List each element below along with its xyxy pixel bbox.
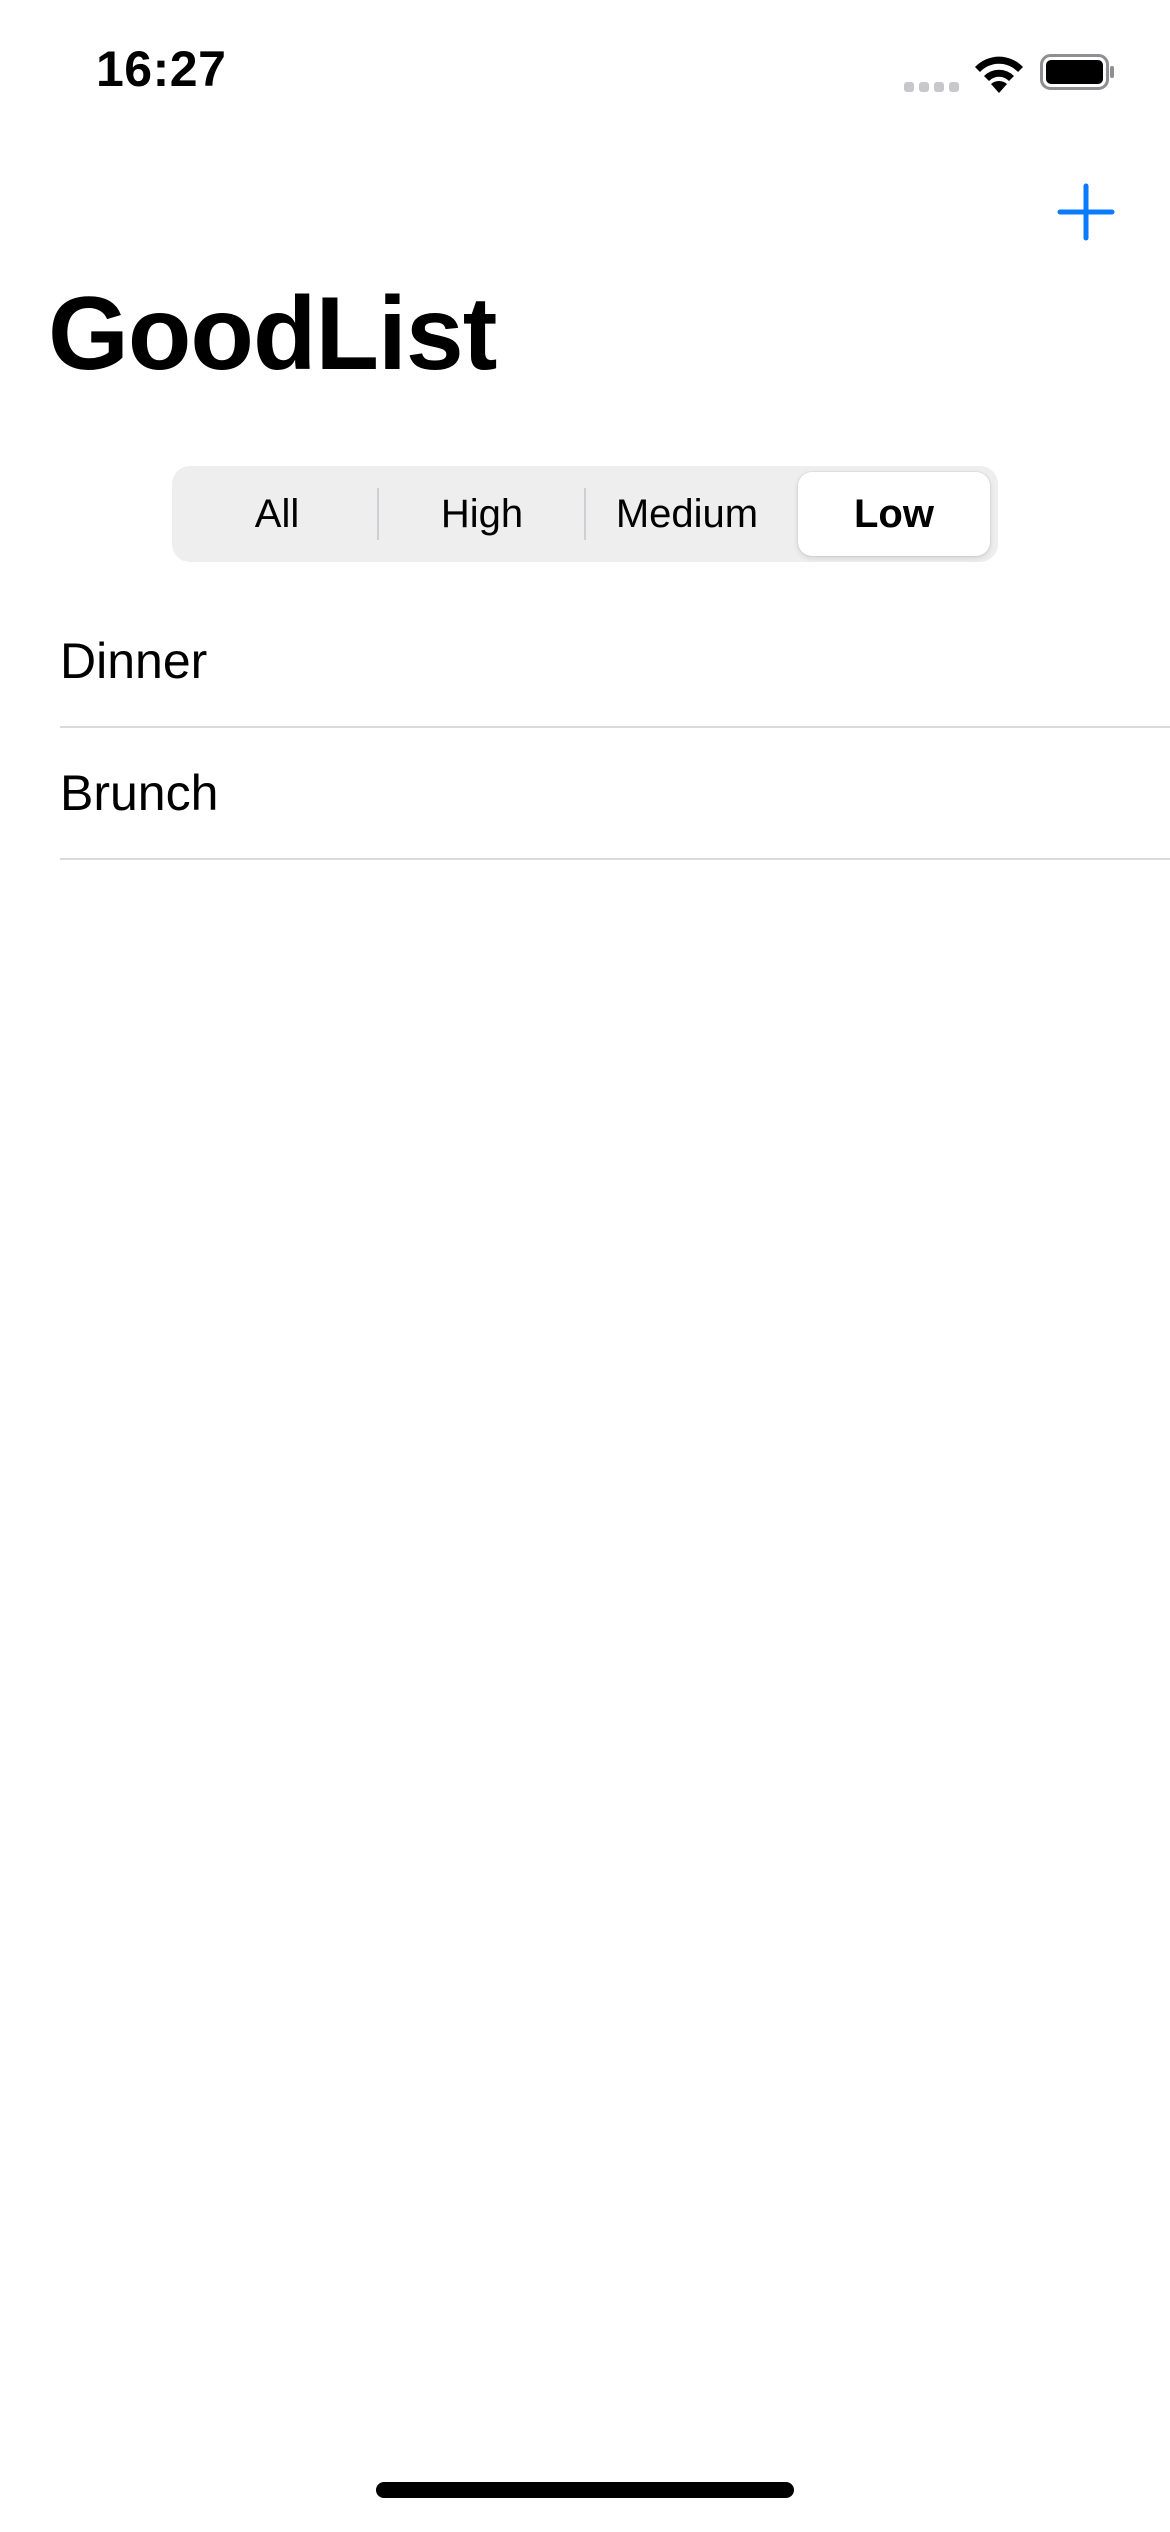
- list-item[interactable]: Dinner: [0, 596, 1170, 728]
- home-indicator[interactable]: [376, 2482, 794, 2498]
- segment-label: High: [440, 491, 524, 536]
- segment-medium[interactable]: Medium: [586, 472, 788, 556]
- battery-icon: [1040, 54, 1114, 90]
- segment-all[interactable]: All: [178, 472, 376, 556]
- signal-icon: [904, 82, 959, 92]
- priority-segmented-control: All High Medium Low: [172, 466, 998, 562]
- segment-label: All: [254, 491, 300, 536]
- segment-label: Low: [854, 491, 934, 536]
- item-list: Dinner Brunch: [0, 596, 1170, 860]
- list-item-label: Dinner: [60, 633, 208, 689]
- list-item[interactable]: Brunch: [0, 728, 1170, 860]
- segment-divider: [377, 488, 379, 540]
- status-time: 16:27: [96, 41, 227, 97]
- segment-label: Medium: [615, 491, 759, 536]
- segment-low[interactable]: Low: [798, 472, 990, 556]
- plus-icon: [1057, 183, 1115, 241]
- add-button[interactable]: [1050, 176, 1122, 248]
- page-title: GoodList: [48, 276, 497, 392]
- list-separator: [60, 858, 1170, 860]
- segment-high[interactable]: High: [380, 472, 584, 556]
- list-item-label: Brunch: [60, 765, 219, 821]
- wifi-icon: [975, 56, 1023, 93]
- status-bar: 16:27: [0, 0, 1170, 150]
